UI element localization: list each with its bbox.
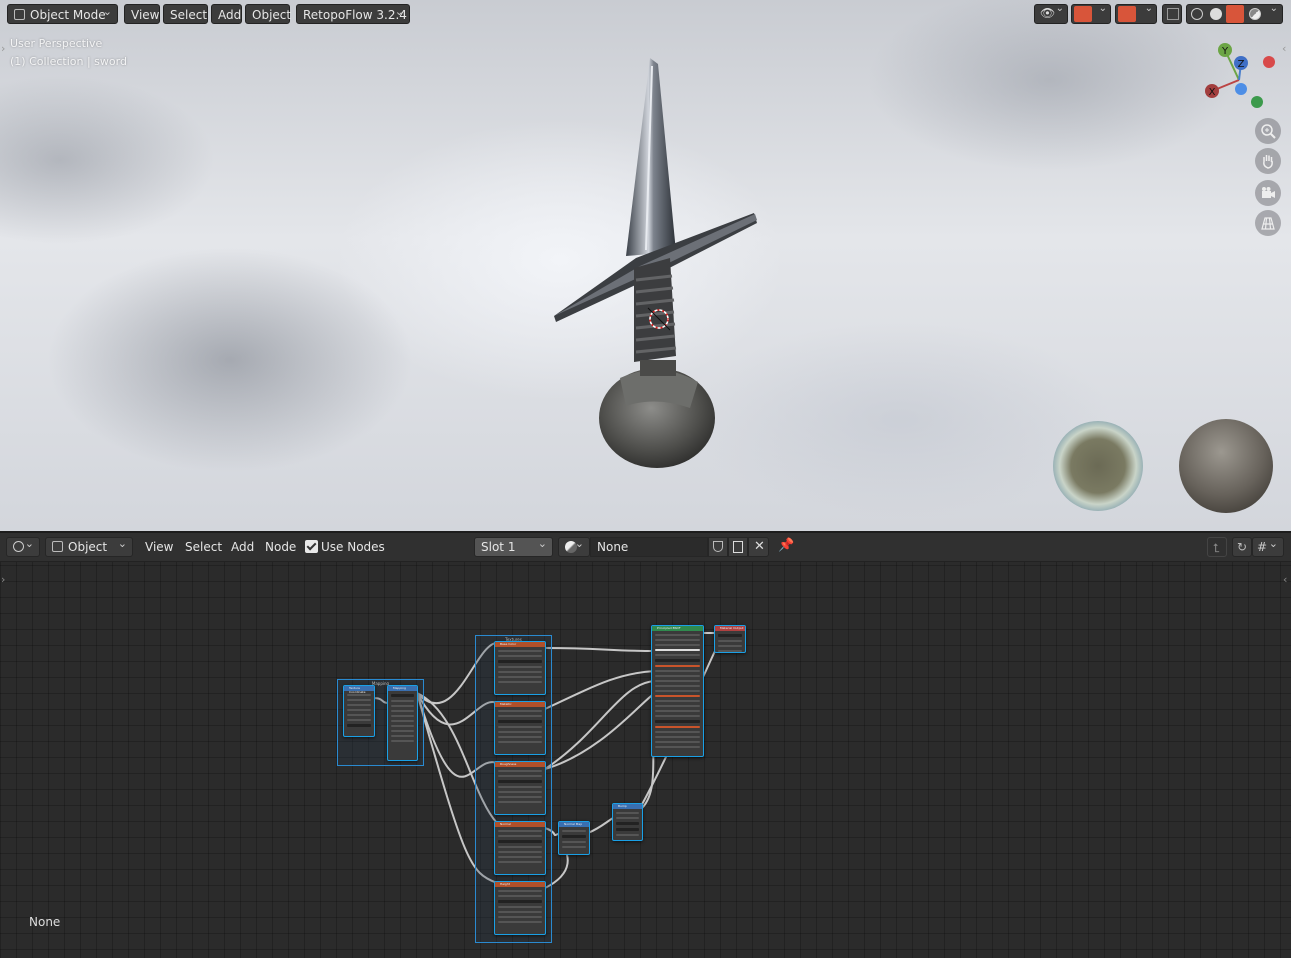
shader-node-editor[interactable]: Object View Select Add Node Use Nodes Sl… bbox=[0, 533, 1291, 958]
image-texture-node-1[interactable]: Base Color bbox=[494, 641, 546, 695]
image-texture-node-4[interactable]: Normal bbox=[494, 821, 546, 875]
principled-bsdf-node[interactable]: Principled BSDF bbox=[651, 625, 704, 757]
node-editor-status-label: None bbox=[29, 915, 61, 929]
3d-viewport[interactable]: Object Mode View Select Add Object Retop… bbox=[0, 0, 1291, 531]
node-links bbox=[372, 632, 716, 889]
bump-node[interactable]: Bump bbox=[612, 803, 643, 841]
image-texture-node-5[interactable]: Height bbox=[494, 881, 546, 935]
sword-model bbox=[554, 58, 1273, 513]
material-output-node[interactable]: Material Output bbox=[714, 625, 746, 653]
image-texture-node-2[interactable]: Metallic bbox=[494, 701, 546, 755]
image-texture-node-3[interactable]: Roughness bbox=[494, 761, 546, 815]
texture-coordinate-node[interactable]: Texture Coordinate bbox=[343, 685, 375, 737]
sidebar-expand-arrow[interactable]: ‹ bbox=[1282, 42, 1286, 55]
mapping-node[interactable]: Mapping bbox=[387, 685, 418, 761]
toolbar-expand-arrow[interactable]: › bbox=[1, 42, 5, 55]
normal-map-node[interactable]: Normal Map bbox=[558, 821, 590, 855]
